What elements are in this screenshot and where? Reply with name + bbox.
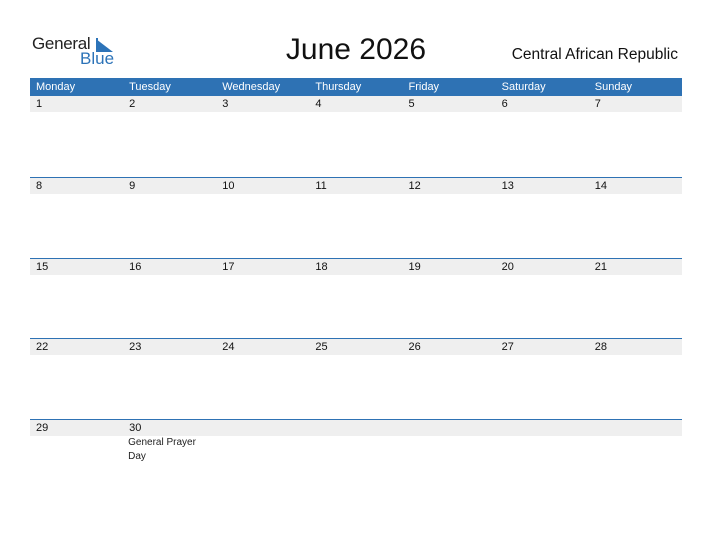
- day-event: [589, 436, 682, 464]
- day-number: 2: [129, 98, 136, 110]
- country-label: Central African Republic: [511, 46, 678, 63]
- weekday-monday: Monday: [36, 81, 76, 93]
- day-number: [589, 420, 682, 436]
- day-event: [496, 436, 589, 464]
- day-number: 15: [36, 260, 49, 273]
- week-row: 8 9 10 11 12 13 14: [30, 177, 682, 258]
- day-number: [309, 420, 402, 436]
- week-row: 15 16 17 18 19 20 21: [30, 257, 682, 339]
- day-number: 28: [594, 341, 607, 353]
- day-number: 23: [129, 341, 142, 353]
- day-number: 13: [501, 180, 514, 192]
- day-number: 1: [36, 98, 43, 110]
- weekday-friday: Friday: [408, 81, 440, 93]
- day-number: 19: [408, 260, 421, 273]
- day-number: [496, 420, 589, 436]
- day-number: 26: [408, 341, 421, 353]
- day-number: 6: [501, 98, 508, 110]
- day-number: 17: [222, 260, 235, 273]
- weekday-tuesday: Tuesday: [129, 81, 171, 93]
- day-number-band: 8 9 10 11 12 13 14: [30, 178, 682, 194]
- weekday-wednesday: Wednesday: [222, 81, 281, 93]
- weekday-saturday: Saturday: [501, 81, 546, 93]
- day-number: 20: [501, 260, 514, 273]
- day-event: General Prayer Day: [128, 436, 196, 462]
- day-number-band: 1 2 3 4 5 6 7: [30, 96, 682, 112]
- weeks-container: 1 2 3 4 5 6 7 8 9 10 11 12 13 14 15 16 17 18 19 20 21 22 23 24 2…: [30, 96, 682, 499]
- day-number: 5: [408, 98, 415, 110]
- day-event: [403, 436, 496, 464]
- day-number: [403, 420, 496, 436]
- day-number: 27: [501, 341, 514, 353]
- day-event: [30, 436, 123, 464]
- day-number: 30: [129, 421, 142, 434]
- day-number: 21: [594, 260, 607, 273]
- day-number: 10: [222, 180, 235, 192]
- day-number-band: 22 23 24 25 26 27 28: [30, 339, 682, 355]
- day-number: 22: [36, 341, 49, 353]
- day-number-band: 15 16 17 18 19 20 21: [30, 258, 682, 275]
- day-number: 11: [315, 180, 327, 192]
- day-event: [309, 436, 402, 464]
- day-number: [216, 420, 309, 436]
- calendar-grid: Monday Tuesday Wednesday Thursday Friday…: [30, 78, 682, 499]
- weekday-thursday: Thursday: [315, 81, 362, 93]
- events-band: General Prayer Day: [30, 436, 682, 464]
- day-number: 14: [594, 180, 607, 192]
- weekday-header: Monday Tuesday Wednesday Thursday Friday…: [30, 78, 682, 96]
- weekday-sunday: Sunday: [594, 81, 633, 93]
- day-number: 24: [222, 341, 235, 353]
- day-number: 29: [36, 421, 49, 434]
- day-number: 16: [129, 260, 142, 273]
- day-number: 4: [315, 98, 322, 110]
- day-number: 12: [408, 180, 421, 192]
- day-number: 25: [315, 341, 328, 353]
- day-number: 3: [222, 98, 229, 110]
- day-number: 7: [594, 98, 601, 110]
- week-row: 22 23 24 25 26 27 28: [30, 338, 682, 419]
- day-event: [216, 436, 309, 464]
- day-number: 8: [36, 180, 43, 192]
- day-number: 18: [315, 260, 328, 273]
- day-number-band: 29 30: [30, 419, 682, 436]
- week-row: 1 2 3 4 5 6 7: [30, 96, 682, 177]
- day-number: 9: [129, 180, 136, 192]
- week-row: 29 30 General Prayer Day: [30, 418, 682, 500]
